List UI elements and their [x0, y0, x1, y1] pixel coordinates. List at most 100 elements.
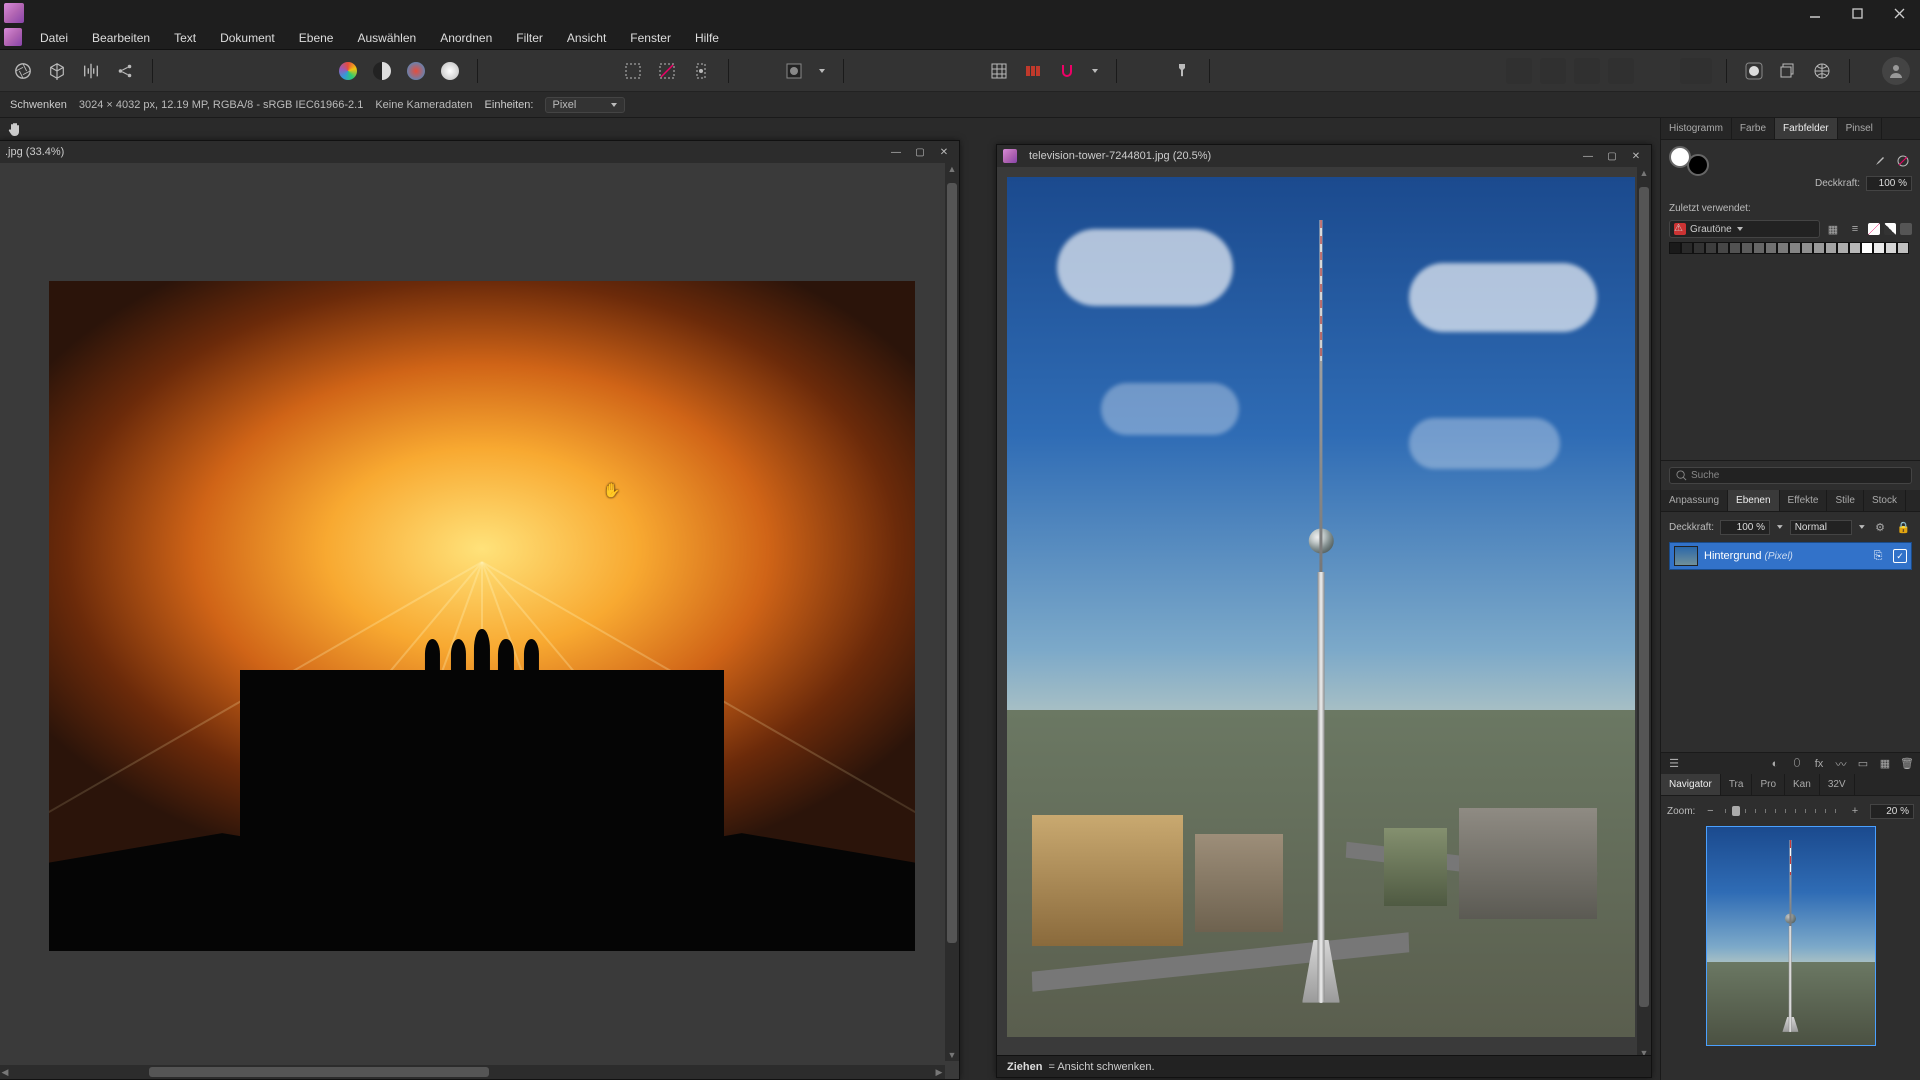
window-close-button[interactable] — [1878, 0, 1920, 26]
color-none-icon[interactable] — [1894, 152, 1912, 170]
doc-a-hscroll[interactable]: ◀ ▶ — [0, 1065, 945, 1079]
tab-effekte[interactable]: Effekte — [1780, 490, 1828, 511]
swatch-none-icon[interactable] — [1868, 223, 1880, 235]
palette-select[interactable]: ⚠ Grautöne — [1669, 220, 1820, 238]
doc-a-canvas[interactable]: ✋ — [0, 163, 959, 1079]
zoom-out-icon[interactable]: − — [1701, 802, 1719, 820]
group-icon[interactable]: ▭ — [1854, 755, 1872, 773]
zoom-in-icon[interactable]: + — [1846, 802, 1864, 820]
grey-ramp[interactable] — [1669, 242, 1912, 254]
doc-a-vscroll[interactable]: ▲ ▼ — [945, 163, 959, 1061]
app-menu-icon[interactable] — [4, 28, 22, 46]
menu-datei[interactable]: Datei — [28, 26, 80, 49]
layer-row-hintergrund[interactable]: Hintergrund (Pixel) ⎘ ✓ — [1669, 542, 1912, 570]
tab-farbfelder[interactable]: Farbfelder — [1775, 118, 1838, 139]
tab-pro[interactable]: Pro — [1752, 774, 1785, 795]
tab-stock[interactable]: Stock — [1864, 490, 1906, 511]
search-field[interactable]: Suche — [1669, 467, 1912, 484]
menu-bearbeiten[interactable]: Bearbeiten — [80, 26, 162, 49]
swatch[interactable] — [1861, 242, 1873, 254]
doc-b-close-button[interactable]: ✕ — [1627, 148, 1645, 164]
swatch-list-icon[interactable]: ≡ — [1846, 220, 1864, 238]
swatch-mid-icon[interactable] — [1900, 223, 1912, 235]
adjust-add-icon[interactable]: ⬯ — [1788, 755, 1806, 773]
opacity-input[interactable] — [1866, 176, 1912, 191]
color-wells[interactable] — [1669, 146, 1709, 176]
doc-b-min-button[interactable]: — — [1579, 148, 1597, 164]
menu-anordnen[interactable]: Anordnen — [428, 26, 504, 49]
swatch[interactable] — [1741, 242, 1753, 254]
window-minimize-button[interactable] — [1794, 0, 1836, 26]
layer-link-icon[interactable]: ⎘ — [1869, 547, 1887, 565]
swatch[interactable] — [1897, 242, 1909, 254]
swatch[interactable] — [1753, 242, 1765, 254]
tab-anpassung[interactable]: Anpassung — [1661, 490, 1728, 511]
lock-icon[interactable]: 🔒 — [1895, 518, 1912, 536]
swatch[interactable] — [1825, 242, 1837, 254]
doc-b-canvas[interactable] — [997, 167, 1651, 1077]
tab-tra[interactable]: Tra — [1721, 774, 1753, 795]
fx-icon[interactable]: fx — [1810, 755, 1828, 773]
quickmask-dropdown-icon[interactable] — [815, 58, 829, 84]
swatch[interactable] — [1813, 242, 1825, 254]
globe-icon[interactable] — [1809, 58, 1835, 84]
account-icon[interactable] — [1882, 57, 1910, 85]
swatch[interactable] — [1669, 242, 1681, 254]
menu-ebene[interactable]: Ebene — [287, 26, 346, 49]
curve-icon[interactable]: 〰 — [1832, 755, 1850, 773]
swatch[interactable] — [1765, 242, 1777, 254]
mask-add-icon[interactable]: ◐ — [1766, 755, 1784, 773]
persona-photo-icon[interactable] — [335, 58, 361, 84]
menu-dokument[interactable]: Dokument — [208, 26, 287, 49]
swatch[interactable] — [1885, 242, 1897, 254]
aperture-icon[interactable] — [10, 58, 36, 84]
swatch-bw-icon[interactable] — [1884, 223, 1896, 235]
snapping-dropdown-icon[interactable] — [1088, 58, 1102, 84]
navigator-preview[interactable] — [1706, 826, 1876, 1046]
swatch[interactable] — [1789, 242, 1801, 254]
swatch[interactable] — [1837, 242, 1849, 254]
zoom-slider[interactable] — [1725, 809, 1840, 813]
swatch[interactable] — [1681, 242, 1693, 254]
layer-opacity-input[interactable] — [1720, 520, 1770, 535]
waveform-icon[interactable] — [78, 58, 104, 84]
persona-liquify-icon[interactable] — [369, 58, 395, 84]
tab-farbe[interactable]: Farbe — [1732, 118, 1775, 139]
menu-ansicht[interactable]: Ansicht — [555, 26, 618, 49]
tab-histogramm[interactable]: Histogramm — [1661, 118, 1732, 139]
eyedropper-icon[interactable] — [1870, 152, 1888, 170]
persona-develop-icon[interactable] — [403, 58, 429, 84]
column-guides-icon[interactable] — [1020, 58, 1046, 84]
color-well-front[interactable] — [1669, 146, 1691, 168]
zoom-slider-thumb[interactable] — [1732, 806, 1740, 816]
zoom-input[interactable] — [1870, 804, 1914, 819]
swatch[interactable] — [1849, 242, 1861, 254]
doc-a-min-button[interactable]: — — [887, 144, 905, 160]
persona-tone-icon[interactable] — [437, 58, 463, 84]
layer-visible-checkbox[interactable]: ✓ — [1893, 549, 1907, 563]
marquee-icon[interactable] — [620, 58, 646, 84]
menu-filter[interactable]: Filter — [504, 26, 555, 49]
doc-b-vscroll[interactable]: ▲ ▼ — [1637, 167, 1651, 1059]
doc-b-max-button[interactable]: ▢ — [1603, 148, 1621, 164]
swatch[interactable] — [1801, 242, 1813, 254]
layers-stack-icon[interactable]: ☰ — [1665, 755, 1683, 773]
swatch[interactable] — [1693, 242, 1705, 254]
gear-icon[interactable]: ⚙ — [1871, 518, 1888, 536]
units-select[interactable]: Pixel — [545, 97, 625, 113]
swatch[interactable] — [1717, 242, 1729, 254]
chevron-down-icon[interactable] — [1858, 523, 1866, 531]
menu-text[interactable]: Text — [162, 26, 208, 49]
tab-stile[interactable]: Stile — [1827, 490, 1863, 511]
snapping-icon[interactable] — [1054, 58, 1080, 84]
quickmask-icon[interactable] — [781, 58, 807, 84]
tab-32v[interactable]: 32V — [1820, 774, 1855, 795]
menu-hilfe[interactable]: Hilfe — [683, 26, 731, 49]
tab-navigator[interactable]: Navigator — [1661, 774, 1721, 795]
stack-icon[interactable] — [1775, 58, 1801, 84]
cube-icon[interactable] — [44, 58, 70, 84]
menu-auswaehlen[interactable]: Auswählen — [345, 26, 428, 49]
doc-b-titlebar[interactable]: television-tower-7244801.jpg (20.5%) — ▢… — [997, 145, 1651, 167]
add-layer-icon[interactable]: ▦ — [1876, 755, 1894, 773]
tab-ebenen[interactable]: Ebenen — [1728, 490, 1779, 511]
